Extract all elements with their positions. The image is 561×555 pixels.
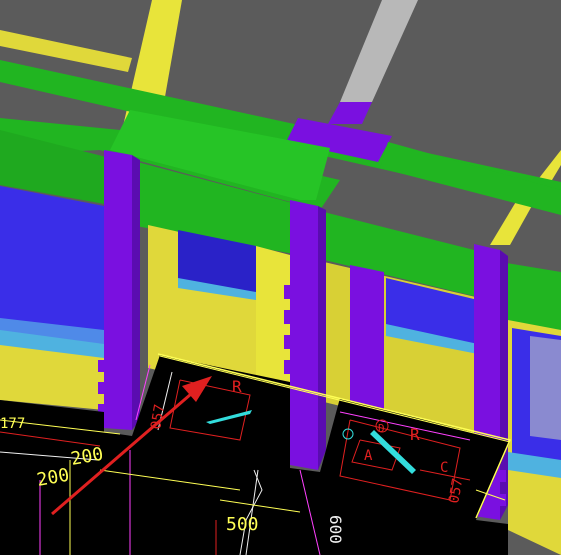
green-beam-front-face-4 bbox=[500, 262, 561, 330]
column-2 bbox=[290, 200, 318, 470]
tag-a: A bbox=[364, 448, 373, 464]
tag-r-right: R bbox=[410, 425, 420, 444]
tag-r-left: R bbox=[232, 377, 242, 396]
tag-c: C bbox=[440, 460, 448, 476]
tag-d: D bbox=[378, 422, 385, 435]
column-2-side bbox=[318, 206, 326, 470]
window-far-right-inner bbox=[530, 336, 561, 440]
cad-3d-viewport[interactable]: 177 200 200 500 600 057 057 R R A C D bbox=[0, 0, 561, 555]
column-mid-purple bbox=[350, 265, 384, 412]
column-1-side bbox=[132, 155, 140, 430]
dim-500: 500 bbox=[226, 514, 259, 535]
model-scene[interactable]: 177 200 200 500 600 057 057 R R A C D bbox=[0, 0, 561, 555]
dim-600: 600 bbox=[326, 515, 345, 544]
dim-177: 177 bbox=[0, 416, 25, 432]
window-left bbox=[0, 186, 104, 342]
column-1 bbox=[104, 150, 132, 430]
